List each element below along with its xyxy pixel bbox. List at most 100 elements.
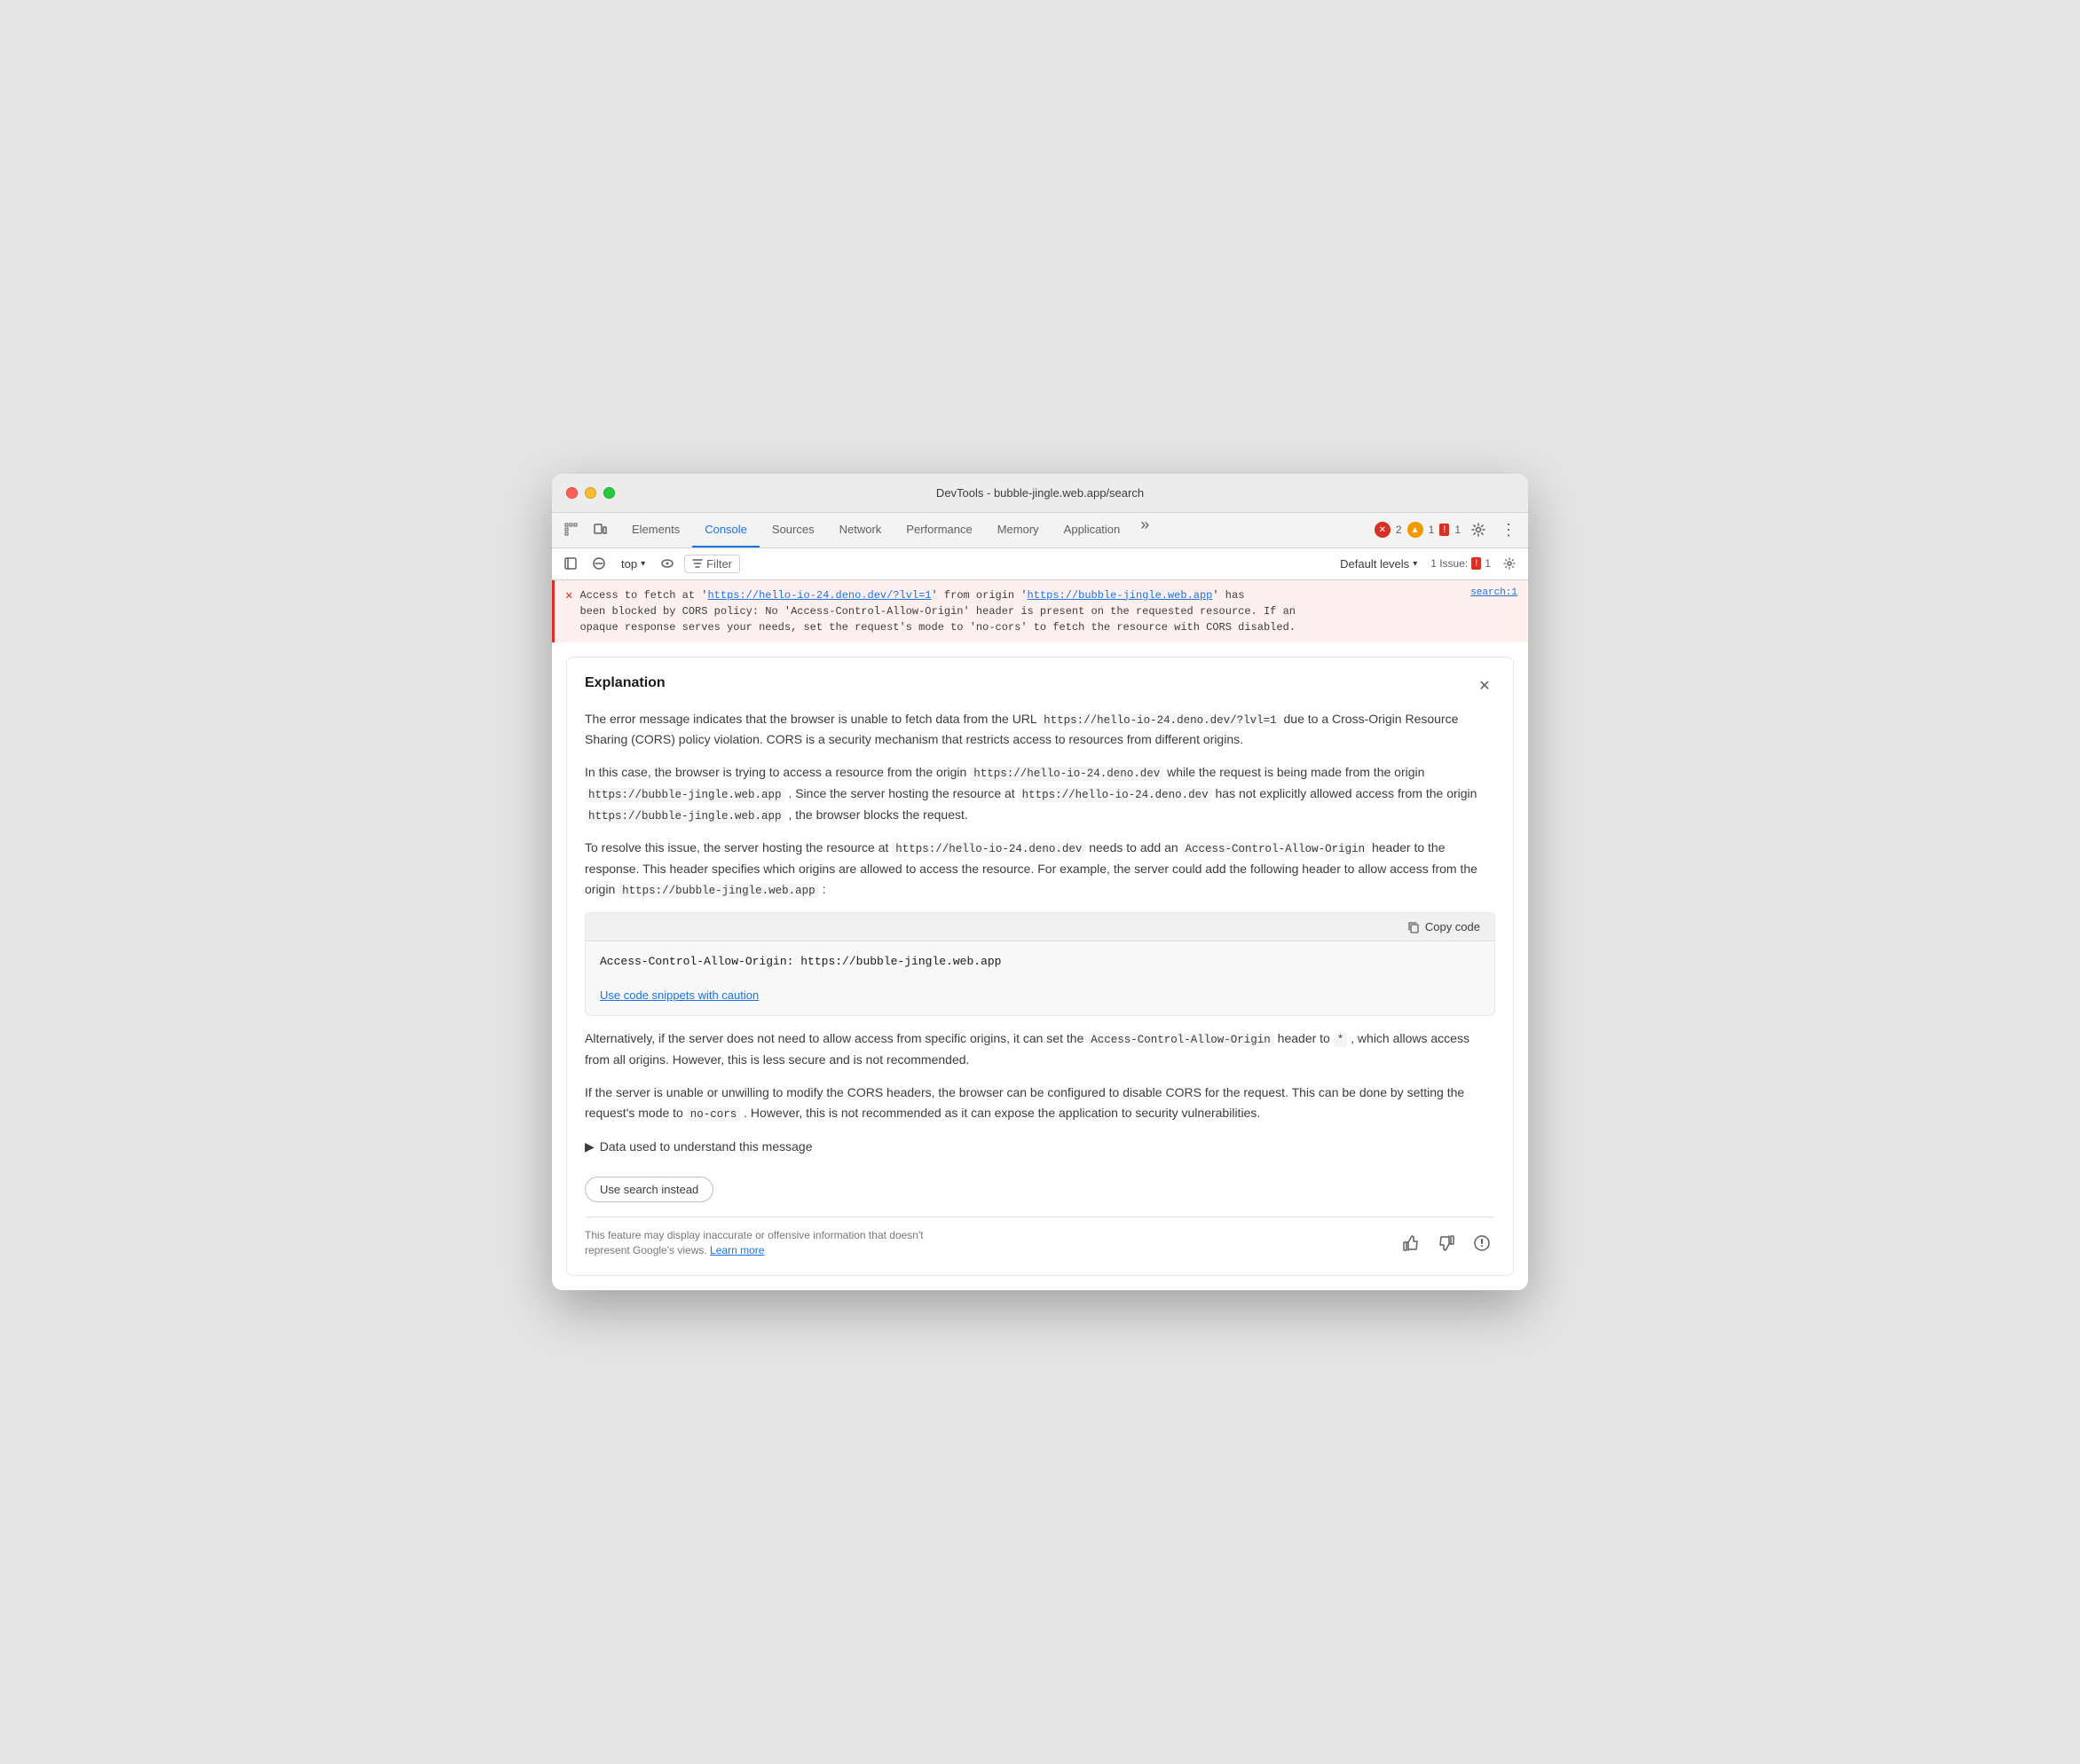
explanation-header: Explanation ✕ xyxy=(585,675,1495,697)
default-levels-label: Default levels xyxy=(1340,557,1409,571)
use-search-wrapper: Use search instead xyxy=(585,1169,1495,1202)
error-row: ✕ Access to fetch at 'https://hello-io-2… xyxy=(552,580,1528,642)
filter-icon xyxy=(692,558,703,569)
flag-icon xyxy=(1473,1234,1491,1252)
tab-sources[interactable]: Sources xyxy=(760,513,827,547)
code-caution-link[interactable]: Use code snippets with caution xyxy=(586,982,1494,1015)
thumbs-down-button[interactable] xyxy=(1433,1230,1460,1256)
footer-actions xyxy=(1398,1230,1495,1256)
error-count: 2 xyxy=(1396,524,1402,536)
explanation-footer: This feature may display inaccurate or o… xyxy=(585,1217,1495,1258)
code-block: Copy code Access-Control-Allow-Origin: h… xyxy=(585,912,1495,1016)
minimize-traffic-light[interactable] xyxy=(585,487,596,499)
tab-performance[interactable]: Performance xyxy=(894,513,984,547)
learn-more-link[interactable]: Learn more xyxy=(710,1244,764,1256)
issues-count-label: 1 Issue: xyxy=(1430,557,1468,570)
traffic-lights xyxy=(566,487,615,499)
more-tabs-button[interactable]: » xyxy=(1132,513,1157,538)
explanation-para5: If the server is unable or unwilling to … xyxy=(585,1083,1495,1124)
toolbar-right: ✕ 2 ▲ 1 ! 1 ⋮ xyxy=(1375,517,1521,542)
code-snippet: Access-Control-Allow-Origin: https://bub… xyxy=(586,941,1494,981)
warn-count: 1 xyxy=(1429,524,1435,536)
code-block-toolbar: Copy code xyxy=(586,913,1494,941)
thumbs-up-icon xyxy=(1402,1234,1420,1252)
explanation-card: Explanation ✕ The error message indicate… xyxy=(566,657,1514,1277)
url-code-1: https://hello-io-24.deno.dev/?lvl=1 xyxy=(1040,713,1280,728)
origin-code-5: https://bubble-jingle.web.app xyxy=(618,884,819,898)
more-options-button[interactable]: ⋮ xyxy=(1496,517,1521,542)
tab-memory[interactable]: Memory xyxy=(985,513,1052,547)
filter-bar-right: Default levels ▾ 1 Issue: ! 1 xyxy=(1334,552,1521,575)
header-code-2: Access-Control-Allow-Origin xyxy=(1087,1033,1274,1047)
copy-code-button[interactable]: Copy code xyxy=(1402,918,1485,935)
filter-label: Filter xyxy=(706,557,732,571)
clear-console-button[interactable] xyxy=(587,552,611,575)
titlebar: DevTools - bubble-jingle.web.app/search xyxy=(552,474,1528,513)
header-code-1: Access-Control-Allow-Origin xyxy=(1182,842,1369,856)
issues-badge-area: 1 Issue: ! 1 xyxy=(1430,557,1491,570)
close-traffic-light[interactable] xyxy=(566,487,578,499)
url-code-3: https://hello-io-24.deno.dev xyxy=(892,842,1085,856)
explanation-para4: Alternatively, if the server does not ne… xyxy=(585,1028,1495,1070)
chevron-down-icon: ▾ xyxy=(641,559,645,569)
context-label: top xyxy=(621,557,637,571)
settings-button[interactable] xyxy=(1466,517,1491,542)
maximize-traffic-light[interactable] xyxy=(603,487,615,499)
copy-icon xyxy=(1407,921,1420,933)
settings-icon xyxy=(1503,557,1516,570)
sidebar-toggle-button[interactable] xyxy=(559,552,582,575)
error-message-text: Access to fetch at 'https://hello-io-24.… xyxy=(579,587,1463,635)
explanation-para1: The error message indicates that the bro… xyxy=(585,709,1495,751)
issues-count-badge: ! xyxy=(1471,557,1481,570)
chevron-down-icon-levels: ▾ xyxy=(1413,559,1417,569)
toolbar-icons xyxy=(559,517,612,542)
device-toolbar-button[interactable] xyxy=(587,517,612,542)
tab-application[interactable]: Application xyxy=(1052,513,1133,547)
window-title: DevTools - bubble-jingle.web.app/search xyxy=(936,486,1144,500)
close-explanation-button[interactable]: ✕ xyxy=(1474,675,1495,697)
tab-network[interactable]: Network xyxy=(827,513,894,547)
thumbs-up-button[interactable] xyxy=(1398,1230,1424,1256)
filter-input-wrapper: Filter xyxy=(684,555,740,573)
context-selector[interactable]: top ▾ xyxy=(616,555,650,572)
eye-icon xyxy=(661,557,674,570)
origin-code-2: https://bubble-jingle.web.app xyxy=(585,788,785,802)
devtools-toolbar: Elements Console Sources Network Perform… xyxy=(552,513,1528,548)
origin-code-1: https://hello-io-24.deno.dev xyxy=(970,767,1163,781)
error-icon: ✕ xyxy=(565,588,572,603)
footer-disclaimer: This feature may display inaccurate or o… xyxy=(585,1228,957,1258)
tab-console[interactable]: Console xyxy=(692,513,760,547)
eye-button[interactable] xyxy=(656,552,679,575)
default-levels-dropdown[interactable]: Default levels ▾ xyxy=(1334,555,1423,573)
device-icon xyxy=(593,523,607,537)
error-badge: ✕ xyxy=(1375,522,1391,538)
origin-code-4: https://bubble-jingle.web.app xyxy=(585,809,785,823)
issue-count: 1 xyxy=(1454,524,1461,536)
filter-bar: top ▾ Filter Default levels ▾ xyxy=(552,548,1528,580)
error-url2-link[interactable]: https://bubble-jingle.web.app xyxy=(1028,589,1213,602)
data-used-section: ▶ Data used to understand this message xyxy=(585,1137,1495,1157)
use-search-button[interactable]: Use search instead xyxy=(585,1177,713,1202)
thumbs-down-icon xyxy=(1438,1234,1455,1252)
console-area: ✕ Access to fetch at 'https://hello-io-2… xyxy=(552,580,1528,1291)
error-url1-link[interactable]: https://hello-io-24.deno.dev/?lvl=1 xyxy=(707,589,931,602)
devtools-window: DevTools - bubble-jingle.web.app/search xyxy=(552,474,1528,1291)
data-used-label: Data used to understand this message xyxy=(600,1137,813,1157)
issue-badge: ! xyxy=(1439,524,1449,536)
error-source-link[interactable]: search:1 xyxy=(1470,587,1517,598)
filter-bar-left: top ▾ Filter xyxy=(559,552,740,575)
flag-button[interactable] xyxy=(1469,1230,1495,1256)
nocors-code: no-cors xyxy=(687,1107,741,1122)
sidebar-icon xyxy=(564,557,577,570)
tab-elements[interactable]: Elements xyxy=(619,513,692,547)
inspect-element-button[interactable] xyxy=(559,517,584,542)
triangle-icon: ▶ xyxy=(585,1137,595,1157)
gear-icon xyxy=(1471,523,1485,537)
console-settings-button[interactable] xyxy=(1498,552,1521,575)
inspect-icon xyxy=(564,523,579,537)
explanation-body: The error message indicates that the bro… xyxy=(585,709,1495,1202)
data-used-toggle[interactable]: ▶ Data used to understand this message xyxy=(585,1137,1495,1157)
warn-badge: ▲ xyxy=(1407,522,1423,538)
explanation-para2: In this case, the browser is trying to a… xyxy=(585,762,1495,825)
tab-list: Elements Console Sources Network Perform… xyxy=(619,513,1375,547)
